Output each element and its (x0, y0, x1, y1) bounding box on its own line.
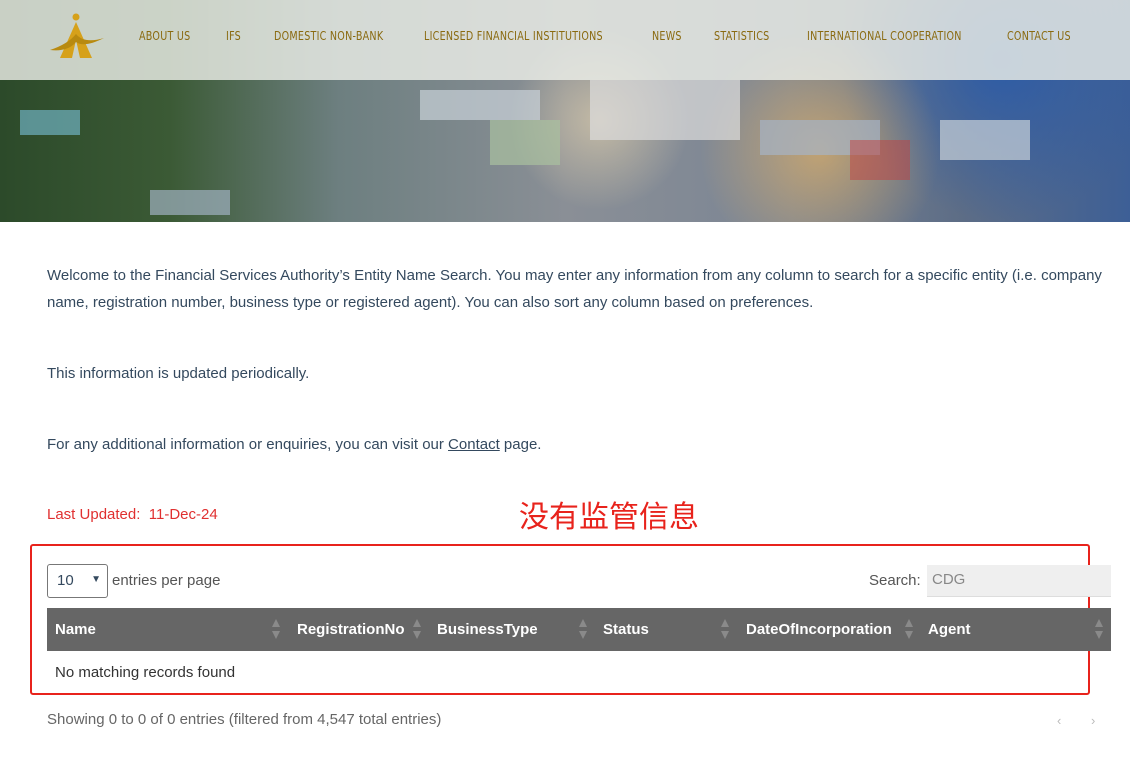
nav-ifs[interactable]: IFS (226, 28, 241, 43)
chevron-down-icon: ▼ (91, 574, 101, 585)
last-updated-label: Last Updated: (47, 506, 141, 523)
entries-per-page-label: entries per page (112, 572, 221, 589)
column-header-name[interactable]: Name (55, 621, 96, 638)
column-header-status[interactable]: Status (603, 621, 649, 638)
nav-statistics[interactable]: STATISTICS (714, 28, 769, 43)
welcome-text: Welcome to the Financial Services Author… (47, 267, 1102, 311)
search-input[interactable]: CDG (927, 565, 1111, 597)
updated-periodically-text: This information is updated periodically… (47, 365, 310, 382)
nav-licensed-financial-institutions[interactable]: LICENSED FINANCIAL INSTITUTIONS (424, 28, 603, 43)
nav-contact-us[interactable]: CONTACT US (1007, 28, 1071, 43)
column-header-businesstype[interactable]: BusinessType (437, 621, 538, 638)
sort-icon[interactable] (905, 619, 913, 641)
sort-icon[interactable] (1095, 619, 1103, 641)
annotation-text: 没有监管信息 (519, 500, 699, 535)
top-navigation: ABOUT US IFS DOMESTIC NON-BANK LICENSED … (0, 0, 1130, 80)
fsa-logo-icon[interactable] (48, 12, 104, 60)
contact-link[interactable]: Contact (448, 436, 500, 453)
nav-about-us[interactable]: ABOUT US (139, 28, 190, 43)
last-updated: Last Updated: 11-Dec-24 (47, 506, 218, 523)
table-header: Name RegistrationNo BusinessType Status … (47, 608, 1111, 651)
page-size-select[interactable]: 10 ▼ (47, 564, 108, 598)
next-page-button[interactable]: › (1091, 713, 1095, 728)
contact-prefix: For any additional information or enquir… (47, 436, 449, 453)
page-size-value: 10 (57, 572, 74, 589)
sort-icon[interactable] (272, 619, 280, 641)
previous-page-button[interactable]: ‹ (1057, 713, 1061, 728)
sort-icon[interactable] (721, 619, 729, 641)
column-header-agent[interactable]: Agent (928, 621, 971, 638)
search-label: Search: (869, 572, 921, 589)
column-header-registrationno[interactable]: RegistrationNo (297, 621, 405, 638)
contact-text: For any additional information or enquir… (47, 431, 541, 458)
contact-suffix: page. (499, 436, 542, 453)
empty-table-message: No matching records found (55, 664, 236, 681)
last-updated-value: 11-Dec-24 (148, 506, 218, 523)
table-info: Showing 0 to 0 of 0 entries (filtered fr… (47, 711, 442, 728)
sort-icon[interactable] (579, 619, 587, 641)
nav-domestic-non-bank[interactable]: DOMESTIC NON-BANK (274, 28, 383, 43)
nav-news[interactable]: NEWS (652, 28, 682, 43)
nav-international-cooperation[interactable]: INTERNATIONAL COOPERATION (807, 28, 962, 43)
column-header-dateofincorporation[interactable]: DateOfIncorporation (746, 621, 892, 638)
sort-icon[interactable] (413, 619, 421, 641)
